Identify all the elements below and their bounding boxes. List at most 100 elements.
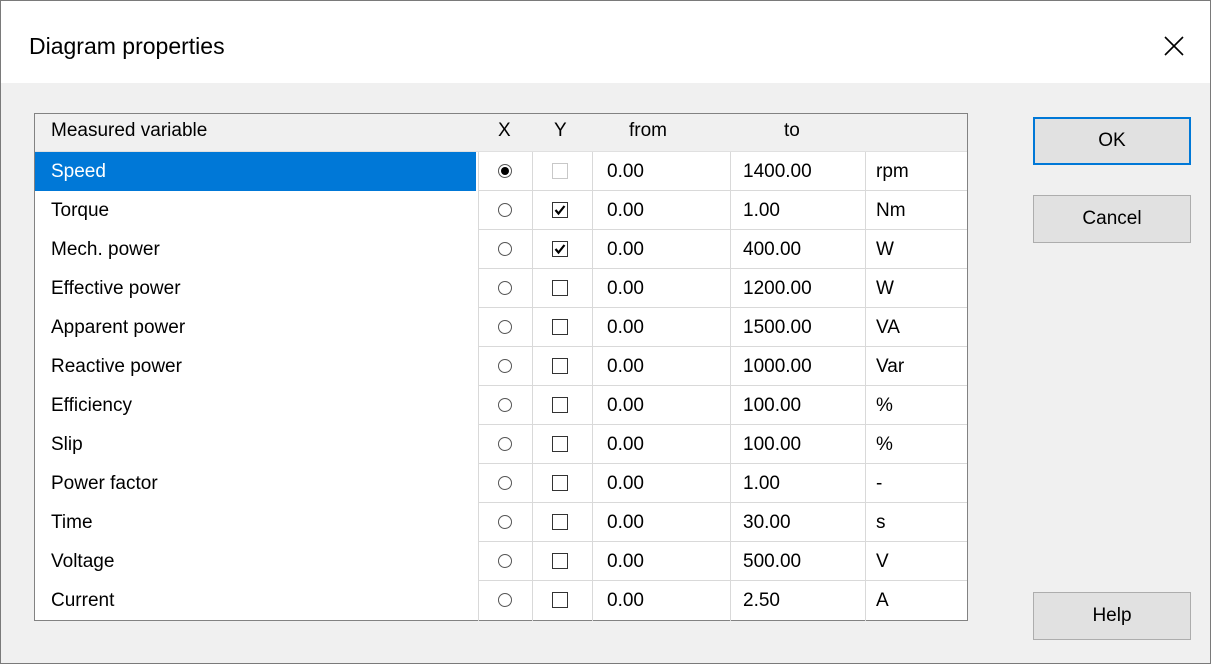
from-value-cell[interactable]: 0.00 — [607, 191, 644, 230]
x-axis-radio[interactable] — [498, 398, 512, 412]
grid-column-divider — [865, 152, 866, 621]
to-value-cell[interactable]: 1400.00 — [743, 152, 812, 191]
to-value-cell[interactable]: 2.50 — [743, 581, 780, 620]
grid-column-divider — [592, 152, 593, 621]
table-row[interactable]: Current 0.00 2.50 A — [35, 581, 967, 620]
table-row[interactable]: Efficiency 0.00 100.00% — [35, 386, 967, 425]
table-row[interactable]: Reactive power 0.00 1000.00 Var — [35, 347, 967, 386]
y-axis-checkbox[interactable] — [552, 553, 568, 569]
ok-button[interactable]: OK — [1033, 117, 1191, 165]
to-value-cell[interactable]: 30.00 — [743, 503, 791, 542]
from-value-cell[interactable]: 0.00 — [607, 269, 644, 308]
x-axis-radio[interactable] — [498, 320, 512, 334]
unit-cell: W — [876, 278, 894, 299]
checkmark-icon — [554, 244, 566, 255]
from-value-cell[interactable]: 0.00 — [607, 503, 644, 542]
unit-cell: % — [876, 395, 893, 416]
table-row[interactable]: Mech. power 0.00 400.00 W — [35, 230, 967, 269]
table-row[interactable]: Power factor 0.00 1.00 - — [35, 464, 967, 503]
variable-name-cell[interactable]: Speed — [35, 152, 476, 191]
to-value-cell[interactable]: 500.00 — [743, 542, 801, 581]
from-value-cell[interactable]: 0.00 — [607, 542, 644, 581]
unit-cell: Nm — [876, 200, 906, 221]
dialog-window: Diagram properties Measured variable X Y… — [0, 0, 1211, 664]
column-header-to: to — [784, 120, 800, 141]
from-value-cell[interactable]: 0.00 — [607, 308, 644, 347]
variable-name-cell[interactable]: Slip — [35, 425, 476, 464]
from-value-cell[interactable]: 0.00 — [607, 581, 644, 620]
x-axis-radio[interactable] — [498, 593, 512, 607]
column-header-variable: Measured variable — [51, 120, 208, 141]
from-value-cell[interactable]: 0.00 — [607, 464, 644, 503]
y-axis-checkbox[interactable] — [552, 202, 568, 218]
table-row[interactable]: Voltage 0.00 500.00 V — [35, 542, 967, 581]
unit-cell: % — [876, 434, 893, 455]
table-row[interactable]: Time 0.00 30.00 s — [35, 503, 967, 542]
to-value-cell[interactable]: 1200.00 — [743, 269, 812, 308]
to-value-cell[interactable]: 1.00 — [743, 464, 780, 503]
x-axis-radio[interactable] — [498, 554, 512, 568]
grid-row-divider — [479, 229, 967, 230]
grid-row-divider — [479, 424, 967, 425]
table-row[interactable]: Slip 0.00 100.00% — [35, 425, 967, 464]
grid-row-divider — [479, 541, 967, 542]
unit-cell: - — [876, 473, 883, 494]
table-row[interactable]: Effective power 0.00 1200.00 W — [35, 269, 967, 308]
unit-cell: A — [876, 590, 889, 611]
to-value-cell[interactable]: 1.00 — [743, 191, 780, 230]
variable-name-cell[interactable]: Efficiency — [35, 386, 476, 425]
x-axis-radio[interactable] — [498, 164, 512, 178]
dialog-title: Diagram properties — [29, 33, 225, 59]
y-axis-checkbox[interactable] — [552, 514, 568, 530]
variable-name-cell[interactable]: Torque — [35, 191, 476, 230]
grid-row-divider — [479, 463, 967, 464]
x-axis-radio[interactable] — [498, 281, 512, 295]
title-bar: Diagram properties — [1, 1, 1210, 83]
grid-column-divider — [730, 152, 731, 621]
variable-name-cell[interactable]: Effective power — [35, 269, 476, 308]
to-value-cell[interactable]: 100.00 — [743, 425, 801, 464]
y-axis-checkbox[interactable] — [552, 241, 568, 257]
grid-row-divider — [479, 580, 967, 581]
x-axis-radio[interactable] — [498, 515, 512, 529]
to-value-cell[interactable]: 1000.00 — [743, 347, 812, 386]
unit-cell: s — [876, 512, 886, 533]
grid-row-divider — [479, 346, 967, 347]
variable-name-cell[interactable]: Mech. power — [35, 230, 476, 269]
variable-name-cell[interactable]: Voltage — [35, 542, 476, 581]
y-axis-checkbox[interactable] — [552, 319, 568, 335]
from-value-cell[interactable]: 0.00 — [607, 386, 644, 425]
variable-name-cell[interactable]: Reactive power — [35, 347, 476, 386]
y-axis-checkbox[interactable] — [552, 592, 568, 608]
table-row[interactable]: Speed 0.00 1400.00 rpm — [35, 152, 967, 191]
y-axis-checkbox[interactable] — [552, 358, 568, 374]
variable-name-cell[interactable]: Time — [35, 503, 476, 542]
variable-name-cell[interactable]: Power factor — [35, 464, 476, 503]
grid-row-divider — [479, 307, 967, 308]
variable-name-cell[interactable]: Current — [35, 581, 476, 620]
unit-cell: V — [876, 551, 889, 572]
y-axis-checkbox[interactable] — [552, 475, 568, 491]
from-value-cell[interactable]: 0.00 — [607, 425, 644, 464]
y-axis-checkbox[interactable] — [552, 280, 568, 296]
from-value-cell[interactable]: 0.00 — [607, 152, 644, 191]
variable-name-cell[interactable]: Apparent power — [35, 308, 476, 347]
help-button[interactable]: Help — [1033, 592, 1191, 640]
to-value-cell[interactable]: 1500.00 — [743, 308, 812, 347]
cancel-button[interactable]: Cancel — [1033, 195, 1191, 243]
y-axis-checkbox[interactable] — [552, 397, 568, 413]
x-axis-radio[interactable] — [498, 203, 512, 217]
table-row[interactable]: Torque 0.00 1.00 Nm — [35, 191, 967, 230]
unit-cell: VA — [876, 317, 900, 338]
to-value-cell[interactable]: 400.00 — [743, 230, 801, 269]
table-row[interactable]: Apparent power 0.00 1500.00 VA — [35, 308, 967, 347]
close-icon[interactable] — [1159, 31, 1189, 61]
x-axis-radio[interactable] — [498, 437, 512, 451]
from-value-cell[interactable]: 0.00 — [607, 347, 644, 386]
from-value-cell[interactable]: 0.00 — [607, 230, 644, 269]
to-value-cell[interactable]: 100.00 — [743, 386, 801, 425]
y-axis-checkbox[interactable] — [552, 436, 568, 452]
x-axis-radio[interactable] — [498, 359, 512, 373]
x-axis-radio[interactable] — [498, 476, 512, 490]
x-axis-radio[interactable] — [498, 242, 512, 256]
